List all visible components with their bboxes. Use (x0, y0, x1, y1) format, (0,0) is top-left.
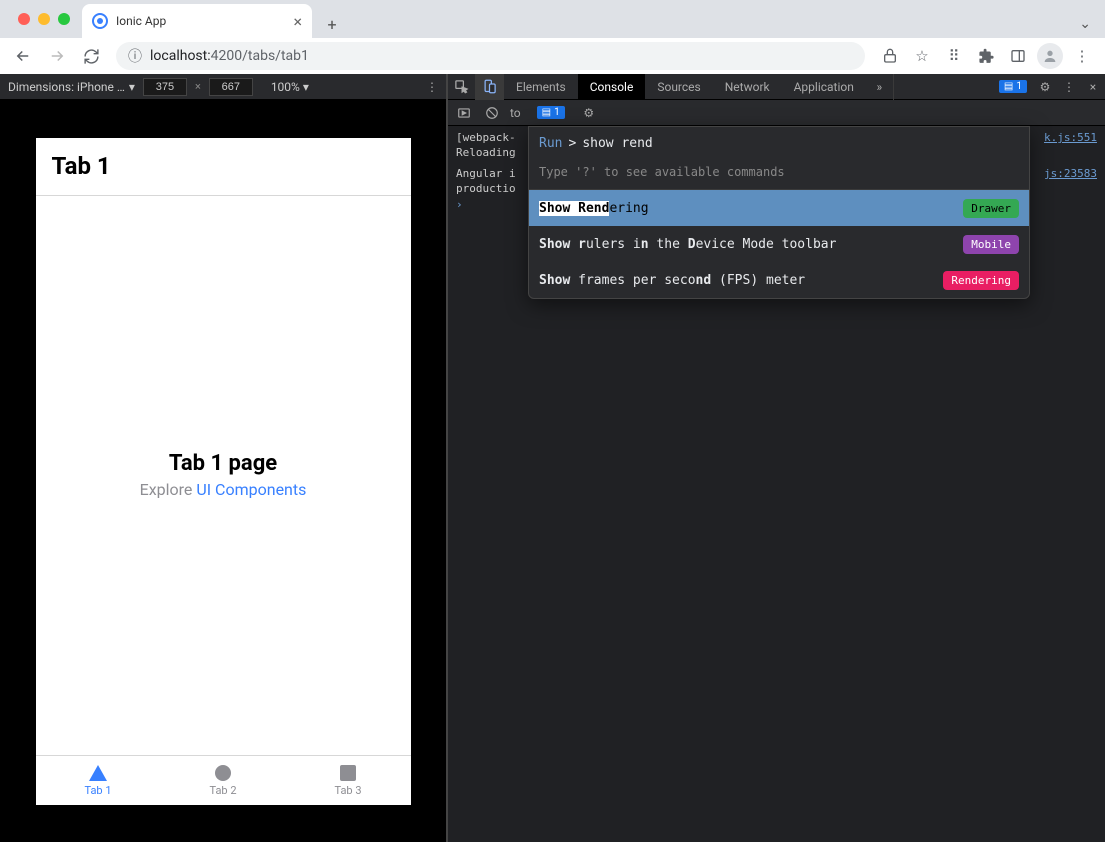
console-context-dropdown[interactable]: to (510, 106, 521, 120)
command-palette-input[interactable]: Run >show rend (529, 127, 1029, 159)
app-header-title: Tab 1 (52, 152, 111, 180)
devtools-pane: Elements Console Sources Network Applica… (446, 74, 1105, 842)
content-title: Tab 1 page (169, 451, 277, 476)
square-icon (338, 764, 358, 782)
circle-icon (213, 764, 233, 782)
app-tab-1[interactable]: Tab 1 (36, 756, 161, 805)
ui-components-link[interactable]: UI Components (196, 480, 306, 499)
command-palette-hint: Type '?' to see available commands (529, 159, 1029, 190)
devtools-more-icon[interactable]: ⋮ (1057, 74, 1081, 100)
tab-strip: Ionic App × + ⌄ (0, 0, 1105, 38)
command-item-label: Show rulers in the Device Mode toolbar (539, 237, 836, 252)
main-split: Dimensions: iPhone …▾ × 100% ▾ ⋮ Tab 1 T… (0, 74, 1105, 842)
command-item-label: Show frames per second (FPS) meter (539, 273, 805, 288)
tab-title: Ionic App (116, 14, 166, 28)
devtools-tab-application[interactable]: Application (782, 74, 866, 100)
maximize-window-button[interactable] (58, 13, 70, 25)
app-tab-bar: Tab 1 Tab 2 Tab 3 (36, 755, 411, 805)
command-palette-item[interactable]: Show rulers in the Device Mode toolbar M… (529, 226, 1029, 262)
share-icon[interactable] (875, 41, 905, 71)
chrome-menu-icon[interactable]: ⋮ (1067, 41, 1097, 71)
ionic-favicon-icon (92, 13, 108, 29)
app-tab-3[interactable]: Tab 3 (286, 756, 411, 805)
dimension-separator: × (195, 80, 201, 93)
toggle-device-toolbar-icon[interactable] (476, 74, 504, 100)
console-output[interactable]: [webpack-k.js:551 Reloading Angular ijs:… (448, 126, 1105, 842)
content-subtitle: Explore UI Components (140, 480, 307, 499)
devtools-issues-badge[interactable]: ▤ 1 (999, 80, 1027, 93)
app-viewport: Tab 1 Tab 1 page Explore UI Components T… (36, 138, 411, 805)
back-button[interactable] (8, 41, 38, 71)
device-mode-pane: Dimensions: iPhone …▾ × 100% ▾ ⋮ Tab 1 T… (0, 74, 446, 842)
command-item-label: Show Rendering (539, 201, 649, 216)
browser-tab[interactable]: Ionic App × (82, 4, 312, 38)
devtools-tabs: Elements Console Sources Network Applica… (448, 74, 1105, 100)
tab-overflow-icon[interactable]: ⌄ (1079, 16, 1091, 38)
profile-avatar[interactable] (1035, 41, 1065, 71)
address-bar[interactable]: ⓘ localhost:4200/tabs/tab1 (116, 42, 865, 70)
browser-toolbar: ⓘ localhost:4200/tabs/tab1 ☆ ⠿ ⋮ (0, 38, 1105, 74)
console-settings-icon[interactable]: ⚙ (579, 103, 599, 123)
command-category-tag: Drawer (963, 199, 1019, 218)
devtools-tab-network[interactable]: Network (713, 74, 782, 100)
devtools-settings-icon[interactable]: ⚙ (1033, 74, 1057, 100)
devtools-close-icon[interactable]: × (1081, 74, 1105, 100)
tab-close-icon[interactable]: × (293, 12, 302, 31)
app-header: Tab 1 (36, 138, 411, 196)
bookmark-icon[interactable]: ☆ (907, 41, 937, 71)
extension-icon[interactable]: ⠿ (939, 41, 969, 71)
devtools-tab-elements[interactable]: Elements (504, 74, 578, 100)
reload-button[interactable] (76, 41, 106, 71)
url: localhost:4200/tabs/tab1 (150, 48, 309, 64)
device-toolbar-more-icon[interactable]: ⋮ (426, 80, 438, 94)
app-content: Tab 1 page Explore UI Components (36, 196, 411, 755)
window-controls (8, 0, 82, 38)
extensions-puzzle-icon[interactable] (971, 41, 1001, 71)
command-category-tag: Mobile (963, 235, 1019, 254)
device-width-input[interactable] (143, 78, 187, 96)
console-sidebar-toggle-icon[interactable] (454, 103, 474, 123)
console-toolbar: to ▤ 1 ⚙ (448, 100, 1105, 126)
site-info-icon[interactable]: ⓘ (128, 46, 142, 66)
console-clear-icon[interactable] (482, 103, 502, 123)
side-panel-icon[interactable] (1003, 41, 1033, 71)
new-tab-button[interactable]: + (318, 10, 346, 38)
command-palette: Run >show rend Type '?' to see available… (528, 126, 1030, 299)
forward-button[interactable] (42, 41, 72, 71)
close-window-button[interactable] (18, 13, 30, 25)
toolbar-actions: ☆ ⠿ ⋮ (875, 41, 1097, 71)
device-dimensions-dropdown[interactable]: Dimensions: iPhone …▾ (8, 80, 135, 94)
device-canvas: Tab 1 Tab 1 page Explore UI Components T… (0, 100, 446, 842)
browser-chrome: Ionic App × + ⌄ ⓘ localhost:4200/tabs/ta… (0, 0, 1105, 74)
console-source-link[interactable]: k.js:551 (1044, 131, 1097, 144)
devtools-tab-sources[interactable]: Sources (645, 74, 712, 100)
device-toolbar: Dimensions: iPhone …▾ × 100% ▾ ⋮ (0, 74, 446, 100)
triangle-icon (88, 764, 108, 782)
console-issues-badge[interactable]: ▤ 1 (537, 106, 565, 119)
console-source-link[interactable]: js:23583 (1044, 167, 1097, 180)
app-tab-2[interactable]: Tab 2 (161, 756, 286, 805)
devtools-tab-console[interactable]: Console (578, 74, 646, 100)
command-palette-item[interactable]: Show Rendering Drawer (529, 190, 1029, 226)
device-height-input[interactable] (209, 78, 253, 96)
command-palette-item[interactable]: Show frames per second (FPS) meter Rende… (529, 262, 1029, 298)
minimize-window-button[interactable] (38, 13, 50, 25)
command-category-tag: Rendering (943, 271, 1019, 290)
device-zoom-dropdown[interactable]: 100% ▾ (271, 80, 309, 94)
devtools-tabs-overflow-icon[interactable]: » (866, 74, 894, 100)
inspect-element-icon[interactable] (448, 74, 476, 100)
